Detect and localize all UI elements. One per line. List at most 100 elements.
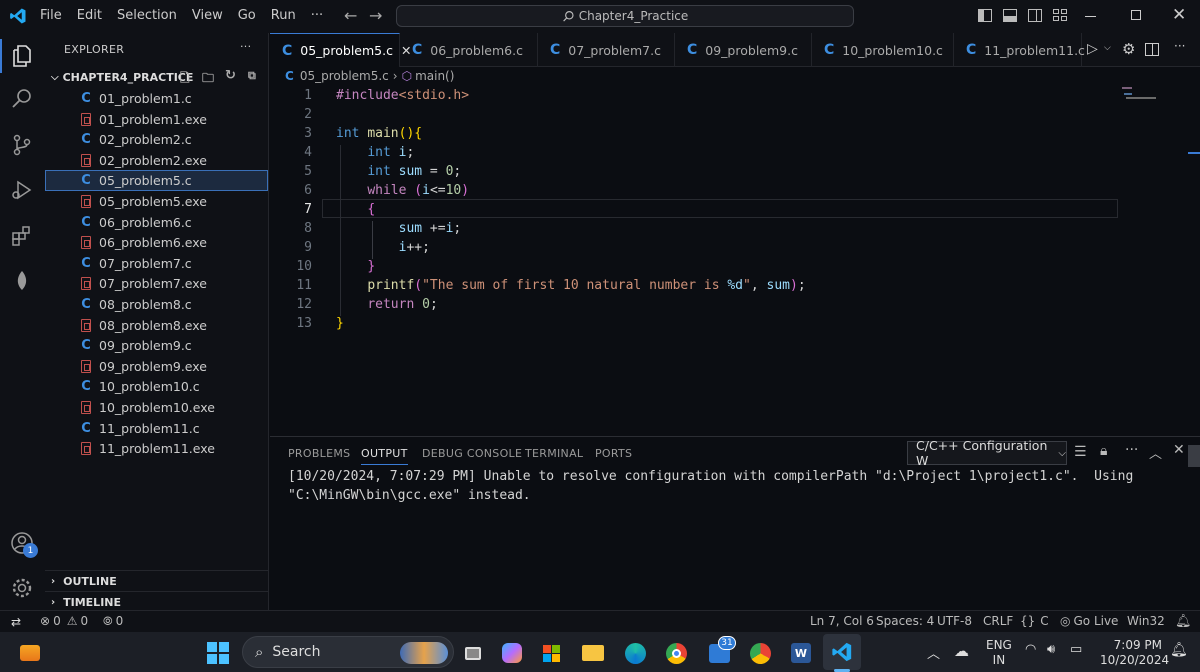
file-item[interactable]: C 06_problem6.c [45,212,268,233]
tab-10-problem10[interactable]: C 10_problem10.c [812,33,954,67]
file-item[interactable]: C 08_problem8.c [45,294,268,315]
problems-indicator[interactable]: ⊗ 0 ⚠ 0 [40,614,88,628]
menu-selection[interactable]: Selection [117,8,177,23]
new-file-icon[interactable]: 🗋 [180,69,190,90]
file-item[interactable]: C 10_problem10.c [45,376,268,397]
chevron-down-icon[interactable]: ⌵ [1104,43,1111,53]
tab-terminal[interactable]: TERMINAL [525,447,583,460]
menu-edit[interactable]: Edit [77,8,102,23]
breadcrumb-file[interactable]: 05_problem5.c [300,69,389,83]
explorer-icon[interactable] [8,42,36,70]
editor-more-icon[interactable]: ··· [1174,39,1185,53]
file-item[interactable]: 11_problem11.exe [45,438,268,459]
menu-more[interactable]: ··· [311,8,323,23]
forward-arrow-icon[interactable]: → [369,6,382,25]
output-channel-select[interactable]: C/C++ Configuration W ⌵ [907,438,1067,468]
menu-go[interactable]: Go [238,8,256,23]
weather-widget-icon[interactable] [17,640,43,666]
battery-icon[interactable]: ▭ [1070,642,1082,657]
minimap[interactable] [1122,85,1188,103]
settings-gear-icon[interactable] [8,574,36,602]
tab-07-problem7[interactable]: C 07_problem7.c [538,33,675,67]
platform[interactable]: Win32 [1127,614,1165,628]
menu-run[interactable]: Run [271,8,296,23]
scrollbar-thumb[interactable] [1188,445,1200,467]
split-editor-icon[interactable] [1145,43,1159,56]
remote-indicator[interactable]: ⇄ [0,611,32,632]
run-file-icon[interactable]: ▷ [1087,41,1098,57]
refresh-icon[interactable]: ↻ [225,68,236,83]
customize-layout-icon[interactable] [1053,9,1067,22]
file-item[interactable]: 09_problem9.exe [45,356,268,377]
menu-file[interactable]: File [40,8,62,23]
edge-browser-icon[interactable] [622,640,648,666]
collapse-all-icon[interactable]: ⧉ [248,69,256,83]
clear-output-icon[interactable]: ☰ [1074,444,1087,460]
onedrive-cloud-icon[interactable]: ☁ [954,642,969,660]
copilot-icon[interactable] [499,640,525,666]
language-indicator[interactable]: ENG IN [986,638,1012,668]
notifications-bell-icon[interactable]: 🔔︎ [1175,614,1192,629]
close-panel-icon[interactable]: ✕ [1173,442,1185,458]
file-item[interactable]: 07_problem7.exe [45,273,268,294]
file-explorer-icon[interactable] [580,640,606,666]
run-debug-icon[interactable] [8,176,36,204]
mongodb-leaf-icon[interactable] [8,267,36,295]
tab-05-problem5[interactable]: C 05_problem5.c ✕ [270,33,411,67]
file-item[interactable]: C 05_problem5.c [45,170,268,192]
file-item[interactable]: C 07_problem7.c [45,253,268,274]
toggle-secondary-sidebar-icon[interactable] [1028,9,1042,22]
file-item[interactable]: 02_problem2.exe [45,150,268,171]
indentation[interactable]: Spaces: 4 [876,614,934,628]
vscode-logo-icon[interactable] [9,7,27,25]
file-item[interactable]: 01_problem1.exe [45,109,268,130]
lock-scroll-icon[interactable]: 🔒︎ [1100,443,1107,459]
cursor-position[interactable]: Ln 7, Col 6 [810,614,874,628]
go-live-button[interactable]: ◎ Go Live [1060,614,1118,628]
extensions-icon[interactable] [8,222,36,250]
maximize-panel-icon[interactable]: ︿ [1149,443,1162,462]
tab-09-problem9[interactable]: C 09_problem9.c [675,33,812,67]
code-editor[interactable]: 1 2 3 4 5 6 7 8 9 10 11 12 13 #include<stdio.h> int … [270,85,1200,435]
outline-section[interactable]: › OUTLINE [45,570,268,591]
wifi-icon[interactable]: ◠ [1025,642,1036,657]
minimize-icon[interactable] [1085,16,1096,17]
file-item[interactable]: 06_problem6.exe [45,232,268,253]
file-item[interactable]: C 02_problem2.c [45,129,268,150]
tab-output[interactable]: OUTPUT [361,447,408,465]
tab-ports[interactable]: PORTS [595,447,632,460]
file-item[interactable]: C 09_problem9.c [45,335,268,356]
panel-more-icon[interactable]: ··· [1125,442,1138,458]
command-center-search[interactable]: Chapter4_Practice [396,5,854,27]
new-folder-icon[interactable]: 🗀 [202,69,214,90]
tab-11-problem11[interactable]: C 11_problem11.c [954,33,1085,67]
menu-view[interactable]: View [192,8,223,23]
file-item[interactable]: 08_problem8.exe [45,315,268,336]
settings-gear-icon[interactable]: ⚙ [1122,40,1135,58]
language-mode[interactable]: {} C [1020,614,1049,628]
taskbar-search[interactable]: ⌕ Search [242,636,454,668]
microsoft-store-icon[interactable] [538,640,564,666]
close-window-icon[interactable]: ✕ [1172,5,1186,25]
tab-06-problem6[interactable]: C 06_problem6.c [400,33,538,67]
task-view-icon[interactable] [460,640,486,666]
folder-header[interactable]: ⌵ CHAPTER4_PRACTICE 🗋 🗀 ↻ ⧉ [45,66,268,88]
explorer-more-icon[interactable]: ··· [240,40,251,53]
chrome-icon[interactable] [663,640,689,666]
clock[interactable]: 7:09 PM 10/20/2024 [1100,638,1169,668]
file-item[interactable]: C 11_problem11.c [45,418,268,439]
vscode-taskbar-icon[interactable] [823,634,861,670]
breadcrumb-symbol[interactable]: main() [415,69,454,83]
file-item[interactable]: C 01_problem1.c [45,88,268,109]
toggle-sidebar-icon[interactable] [978,9,992,22]
word-icon[interactable]: W [788,640,814,666]
source-control-icon[interactable] [8,131,36,159]
restore-icon[interactable] [1131,10,1141,20]
encoding[interactable]: UTF-8 [937,614,972,628]
tab-problems[interactable]: PROBLEMS [288,447,350,460]
toggle-panel-icon[interactable] [1003,9,1017,22]
timeline-section[interactable]: › TIMELINE [45,591,268,612]
chrome-profile-icon[interactable] [747,640,773,666]
show-hidden-icons-icon[interactable]: ︿ [927,643,940,662]
volume-icon[interactable]: 🔊︎ [1047,642,1055,657]
